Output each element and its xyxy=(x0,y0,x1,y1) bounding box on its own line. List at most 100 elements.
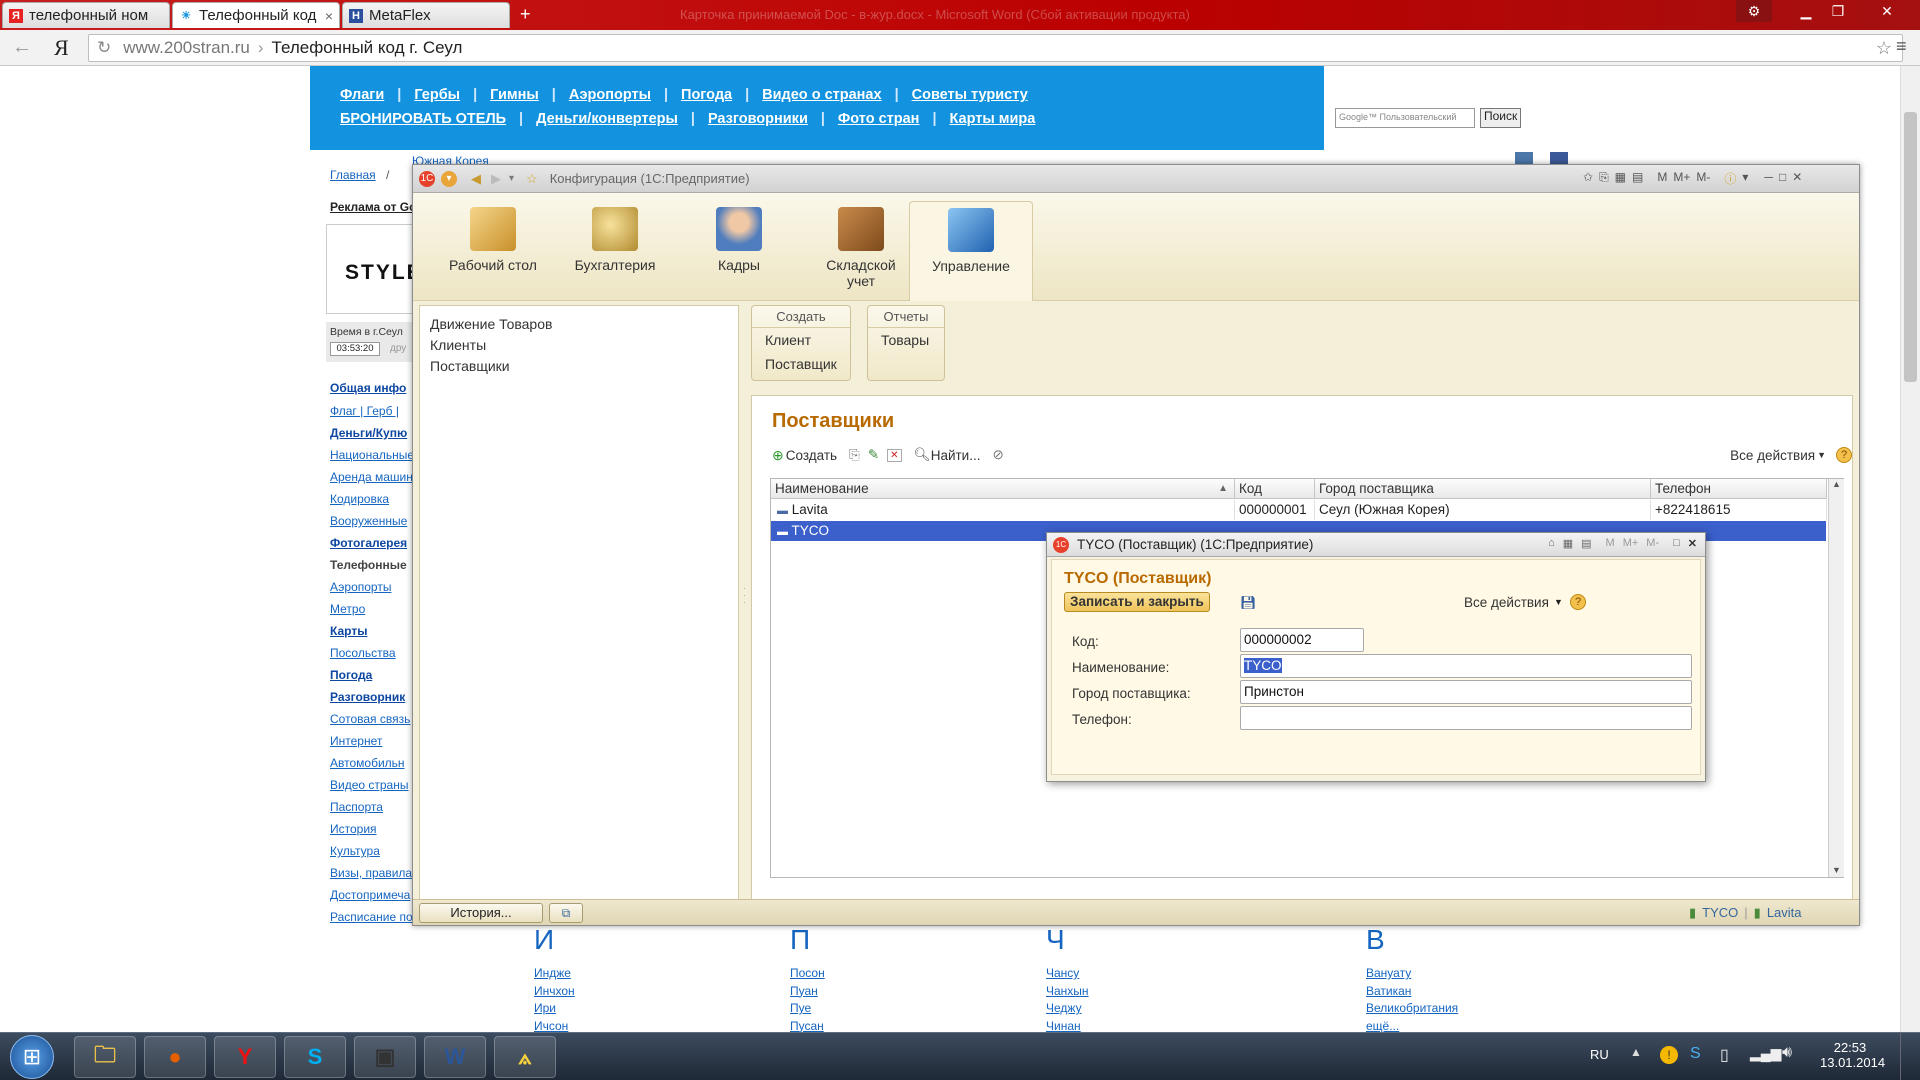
nav-link-phrasebooks[interactable]: Разговорники xyxy=(708,111,808,127)
col-header-phone[interactable]: Телефон xyxy=(1651,479,1827,499)
nav-link-coats[interactable]: Гербы xyxy=(414,87,460,103)
onec-logo-icon[interactable]: 1С xyxy=(419,170,435,187)
section-warehouse[interactable]: Складской учет xyxy=(805,201,917,301)
section-management[interactable]: Управление xyxy=(909,201,1033,301)
link-icon[interactable]: ⎘ xyxy=(1599,170,1609,187)
tab-metaflex[interactable]: Н MetaFlex xyxy=(342,2,510,28)
sidebar-link[interactable]: Флаг | Герб | xyxy=(330,404,412,418)
index-link[interactable]: Ватикан xyxy=(1366,984,1458,1002)
tray-expand-icon[interactable]: ▲ xyxy=(1630,1045,1642,1059)
yandex-browser-icon[interactable]: Y xyxy=(214,1036,276,1078)
memory-m-button[interactable]: M xyxy=(1657,170,1667,187)
history-button[interactable]: История... xyxy=(419,903,543,923)
create-button[interactable]: Создать xyxy=(786,448,837,463)
sidebar-link[interactable]: Кодировка xyxy=(330,492,412,506)
create-supplier-link[interactable]: Поставщик xyxy=(752,352,850,376)
open-window-tyco[interactable]: TYCO xyxy=(1702,905,1738,921)
sidebar-link[interactable]: Культура xyxy=(330,844,412,858)
app-window-icon[interactable]: ▣ xyxy=(354,1036,416,1078)
save-and-close-button[interactable]: Записать и закрыть xyxy=(1064,592,1210,612)
section-desktop[interactable]: Рабочий стол xyxy=(437,201,549,301)
sidebar-link[interactable]: Национальные xyxy=(330,448,412,462)
tray-notification-icon[interactable]: ! xyxy=(1660,1046,1678,1064)
ad-box[interactable]: STYLE xyxy=(326,224,421,314)
table-scrollbar[interactable]: ▲ ▼ xyxy=(1828,479,1844,877)
dialog-memory-m[interactable]: M xyxy=(1606,537,1615,550)
tray-device-icon[interactable]: ▯ xyxy=(1720,1045,1729,1065)
sidebar-link[interactable]: Паспорта xyxy=(330,800,412,814)
table-row[interactable]: ▬ Lavita 000000001 Сеул (Южная Корея) +8… xyxy=(771,500,1827,520)
report-goods-link[interactable]: Товары xyxy=(868,328,944,352)
splitter-handle[interactable]: · · · xyxy=(743,584,746,607)
name-field[interactable]: TYCO xyxy=(1240,654,1692,678)
bookmark-star-icon[interactable]: ☆ xyxy=(1876,38,1892,59)
google-search-input[interactable]: Google™ Пользовательский xyxy=(1335,108,1475,128)
sidebar-link[interactable]: Аренда машин xyxy=(330,470,412,484)
sidebar-link[interactable]: Достопримеча xyxy=(330,888,412,902)
copy-icon[interactable]: ⎘ xyxy=(849,447,860,463)
sidebar-link[interactable]: Интернет xyxy=(330,734,412,748)
sidebar-link[interactable]: Метро xyxy=(330,602,412,616)
show-desktop-button[interactable] xyxy=(1900,1033,1920,1080)
nav-link-flags[interactable]: Флаги xyxy=(340,87,384,103)
tray-skype-icon[interactable]: S xyxy=(1690,1045,1701,1063)
windows-list-icon[interactable]: ⧉ xyxy=(549,903,583,923)
phone-field[interactable] xyxy=(1240,706,1692,730)
explorer-icon[interactable]: 🗀 xyxy=(74,1036,136,1078)
close-window-icon[interactable]: ✕ xyxy=(1862,0,1912,22)
nav-link-weather[interactable]: Погода xyxy=(681,87,732,103)
reload-icon[interactable]: ↻ xyxy=(97,38,111,58)
col-header-name[interactable]: Наименование ▲ xyxy=(771,479,1235,499)
index-link[interactable]: Пуан xyxy=(790,984,825,1002)
app-minimize-icon[interactable]: ─ xyxy=(1764,170,1773,187)
dialog-maximize-icon[interactable]: □ xyxy=(1673,537,1680,550)
open-window-lavita[interactable]: Lavita xyxy=(1767,905,1802,921)
back-nav-icon[interactable]: ◀ xyxy=(471,171,481,187)
restore-icon[interactable]: ❐ xyxy=(1820,0,1856,22)
dialog-memory-plus[interactable]: M+ xyxy=(1623,537,1639,550)
calendar-icon[interactable]: ▤ xyxy=(1632,170,1643,187)
index-link[interactable]: Пуе xyxy=(790,1001,825,1019)
section-accounting[interactable]: Бухгалтерия xyxy=(559,201,671,301)
delete-mark-icon[interactable]: ✕ xyxy=(887,448,902,462)
dialog-close-icon[interactable]: ✕ xyxy=(1688,537,1697,550)
create-client-link[interactable]: Клиент xyxy=(752,328,850,352)
col-header-city[interactable]: Город поставщика xyxy=(1315,479,1651,499)
index-link[interactable]: Инчхон xyxy=(534,984,575,1002)
list-help-icon[interactable]: ? xyxy=(1836,447,1852,463)
scroll-down-icon[interactable]: ▼ xyxy=(1829,865,1844,875)
tab-yandex-search[interactable]: Я телефонный ном xyxy=(2,2,170,28)
favorites-add-icon[interactable]: ✩ xyxy=(1583,170,1593,187)
memory-plus-button[interactable]: M+ xyxy=(1673,170,1690,187)
nav-link-airports[interactable]: Аэропорты xyxy=(569,87,651,103)
sidebar-link[interactable]: Посольства xyxy=(330,646,412,660)
memory-minus-button[interactable]: M- xyxy=(1696,170,1710,187)
google-search-button[interactable]: Поиск xyxy=(1480,108,1522,128)
edit-pencil-icon[interactable]: ✎ xyxy=(868,447,879,463)
save-disk-icon[interactable]: 💾︎ xyxy=(1240,595,1257,611)
col-header-code[interactable]: Код xyxy=(1235,479,1315,499)
cancel-search-icon[interactable]: ⊘ xyxy=(992,447,1003,463)
section-hr[interactable]: Кадры xyxy=(683,201,795,301)
list-all-actions[interactable]: Все действия xyxy=(1730,448,1815,463)
nav-item-goods-movement[interactable]: Движение Товаров xyxy=(430,316,552,332)
app-maximize-icon[interactable]: □ xyxy=(1779,170,1786,187)
dialog-calendar-icon[interactable]: ▤ xyxy=(1581,537,1591,550)
dialog-link-icon[interactable]: ⌂ xyxy=(1548,537,1555,550)
vk-icon[interactable] xyxy=(1515,152,1533,164)
sidebar-link[interactable]: Визы, правила xyxy=(330,866,412,880)
nav-link-photos[interactable]: Фото стран xyxy=(838,111,920,127)
sidebar-link[interactable]: Автомобильн xyxy=(330,756,412,770)
page-scrollbar-thumb[interactable] xyxy=(1904,112,1917,382)
sidebar-link[interactable]: Видео страны xyxy=(330,778,412,792)
volume-icon[interactable]: 🔊︎ xyxy=(1782,1044,1792,1062)
browser-settings-icon[interactable]: ⚙ xyxy=(1736,0,1772,22)
calculator-icon[interactable]: ▦ xyxy=(1615,170,1626,187)
breadcrumb-home[interactable]: Главная xyxy=(330,168,376,182)
nav-link-money[interactable]: Деньги/конвертеры xyxy=(536,111,678,127)
new-tab-button[interactable]: + xyxy=(520,4,531,25)
nav-item-suppliers[interactable]: Поставщики xyxy=(430,358,510,374)
index-link[interactable]: Индже xyxy=(534,966,575,984)
sidebar-link[interactable]: История xyxy=(330,822,412,836)
index-link[interactable]: Чеджу xyxy=(1046,1001,1089,1019)
